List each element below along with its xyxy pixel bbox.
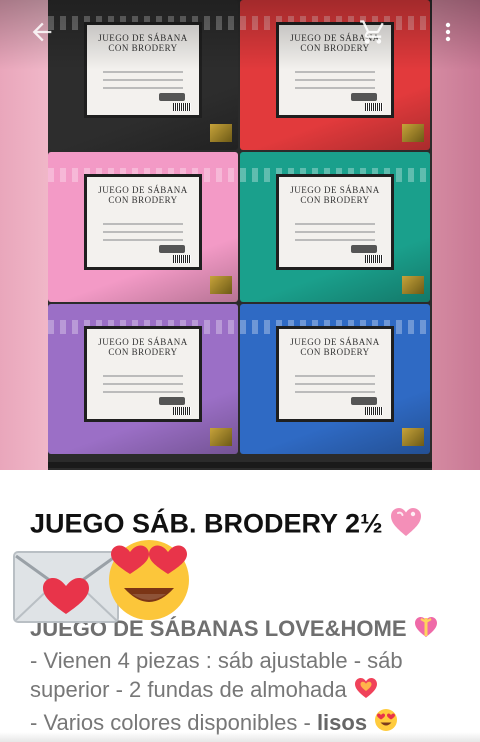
photo-bottom-edge: [48, 462, 432, 468]
label-text-line: [295, 79, 375, 81]
product-package: JUEGO DE SÁBANA CON BRODERY: [48, 152, 238, 302]
product-title: JUEGO SÁB. BRODERY 2½: [30, 506, 423, 545]
label-text-line: [103, 79, 183, 81]
label-text-line: [103, 223, 183, 225]
label-text-line: [103, 239, 183, 241]
gold-tag: [210, 428, 232, 446]
topbar-scrim: [0, 0, 480, 70]
brand-logo: [159, 245, 185, 253]
package-label-card: JUEGO DE SÁBANA CON BRODERY: [276, 174, 394, 270]
brand-logo: [351, 245, 377, 253]
label-text-line: [295, 239, 375, 241]
heart-sparkle-icon: [353, 676, 379, 707]
product-image-area[interactable]: JUEGO DE SÁBANA CON BRODERY JUEGO DE SÁBA…: [0, 0, 480, 470]
gold-tag: [402, 276, 424, 294]
bottom-fade: [0, 732, 480, 742]
label-text-line: [103, 231, 183, 233]
image-blur-right: [432, 0, 480, 470]
barcode: [365, 407, 383, 415]
gold-tag: [210, 124, 232, 142]
barcode: [365, 255, 383, 263]
package-label-text: JUEGO DE SÁBANA CON BRODERY: [98, 185, 188, 205]
product-photo[interactable]: JUEGO DE SÁBANA CON BRODERY JUEGO DE SÁBA…: [48, 0, 432, 470]
heart-eyes-face-icon: [102, 530, 196, 629]
brand-logo: [351, 397, 377, 405]
label-text-line: [295, 231, 375, 233]
package-label-text: JUEGO DE SÁBANA CON BRODERY: [290, 185, 380, 205]
package-label-card: JUEGO DE SÁBANA CON BRODERY: [84, 174, 202, 270]
package-label-card: JUEGO DE SÁBANA CON BRODERY: [84, 326, 202, 422]
more-options-button[interactable]: [430, 14, 466, 50]
barcode: [173, 255, 191, 263]
label-text-line: [103, 87, 183, 89]
product-package: JUEGO DE SÁBANA CON BRODERY: [48, 304, 238, 454]
gold-tag: [402, 428, 424, 446]
brand-logo: [159, 397, 185, 405]
brand-logo: [159, 93, 185, 101]
label-text-line: [295, 383, 375, 385]
label-text-line: [103, 383, 183, 385]
barcode: [173, 407, 191, 415]
arrow-back-icon: [32, 22, 52, 42]
image-blur-left: [0, 0, 48, 470]
label-text-line: [295, 391, 375, 393]
label-text-line: [295, 223, 375, 225]
gift-heart-icon: [413, 615, 439, 646]
pink-heart-icon: [389, 506, 423, 545]
label-text-line: [103, 375, 183, 377]
package-label-text: JUEGO DE SÁBANA CON BRODERY: [98, 337, 188, 357]
package-label-text: JUEGO DE SÁBANA CON BRODERY: [290, 337, 380, 357]
label-text-line: [295, 71, 375, 73]
product-title-text: JUEGO SÁB. BRODERY 2½: [30, 508, 383, 539]
back-button[interactable]: [24, 14, 60, 50]
label-text-line: [295, 87, 375, 89]
brand-logo: [351, 93, 377, 101]
gold-tag: [210, 276, 232, 294]
label-text-line: [295, 375, 375, 377]
product-package: JUEGO DE SÁBANA CON BRODERY: [240, 152, 430, 302]
package-label-card: JUEGO DE SÁBANA CON BRODERY: [276, 326, 394, 422]
shopping-cart-icon: [360, 20, 384, 44]
product-package: JUEGO DE SÁBANA CON BRODERY: [240, 304, 430, 454]
label-text-line: [103, 71, 183, 73]
product-description: JUEGO DE SÁBANAS LOVE&HOME - Vienen 4 pi…: [30, 614, 470, 740]
more-vert-icon: [445, 22, 451, 42]
barcode: [173, 103, 191, 111]
cart-button[interactable]: [355, 14, 391, 50]
description-line-1: - Vienen 4 piezas : sáb ajustable - sáb …: [30, 648, 403, 702]
barcode: [365, 103, 383, 111]
label-text-line: [103, 391, 183, 393]
gold-tag: [402, 124, 424, 142]
